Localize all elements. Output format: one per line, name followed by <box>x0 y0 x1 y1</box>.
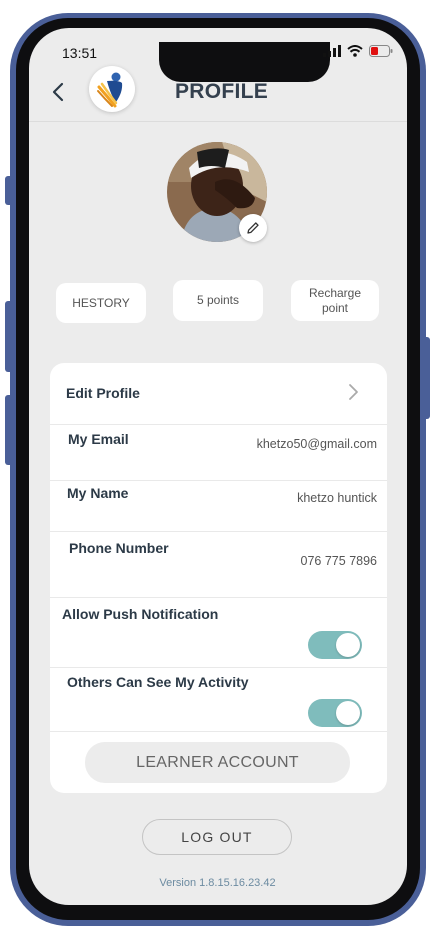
settings-card: Edit Profile My Email khetzo50@gmail.com… <box>50 363 387 793</box>
activity-visibility-toggle[interactable] <box>308 699 362 727</box>
recharge-point-button[interactable]: Recharge point <box>291 280 379 321</box>
logo-mark-icon <box>97 72 123 108</box>
toggle-knob <box>336 633 360 657</box>
edit-avatar-button[interactable] <box>239 214 267 242</box>
push-notification-toggle[interactable] <box>308 631 362 659</box>
wifi-icon <box>347 45 363 57</box>
logout-button[interactable]: LOG OUT <box>142 819 292 855</box>
email-row[interactable]: My Email khetzo50@gmail.com <box>50 425 387 480</box>
phone-value: 076 775 7896 <box>300 554 377 568</box>
status-icons <box>323 45 393 57</box>
points-chip[interactable]: 5 points <box>173 280 263 321</box>
app-logo <box>89 66 135 112</box>
recharge-point-label: Recharge point <box>308 285 362 315</box>
name-label: My Name <box>67 485 129 501</box>
edit-profile-row[interactable]: Edit Profile <box>50 363 387 423</box>
name-row[interactable]: My Name khetzo huntick <box>50 481 387 531</box>
push-notification-row: Allow Push Notification <box>50 598 387 666</box>
push-notification-label: Allow Push Notification <box>62 606 219 622</box>
email-value: khetzo50@gmail.com <box>256 437 377 451</box>
battery-icon <box>369 45 393 57</box>
activity-visibility-row: Others Can See My Activity <box>50 668 387 731</box>
activity-visibility-label: Others Can See My Activity <box>67 674 249 690</box>
signal-icon <box>323 45 341 57</box>
edit-profile-label: Edit Profile <box>66 385 140 401</box>
toggle-knob <box>336 701 360 725</box>
phone-row[interactable]: Phone Number 076 775 7896 <box>50 532 387 597</box>
chevron-right-icon <box>349 384 358 400</box>
header-divider <box>29 121 407 122</box>
notch <box>159 42 330 82</box>
status-time: 13:51 <box>62 45 98 61</box>
row-divider <box>50 731 387 732</box>
email-label: My Email <box>68 431 129 447</box>
history-button[interactable]: HESTORY <box>56 283 146 323</box>
phone-label: Phone Number <box>69 540 169 556</box>
version-text: Version 1.8.15.16.23.42 <box>159 877 276 889</box>
back-chevron-icon[interactable] <box>48 79 70 105</box>
pencil-icon <box>247 222 259 234</box>
learner-account-button[interactable]: LEARNER ACCOUNT <box>85 742 350 783</box>
name-value: khetzo huntick <box>297 491 377 505</box>
page-title: PROFILE <box>175 80 269 103</box>
